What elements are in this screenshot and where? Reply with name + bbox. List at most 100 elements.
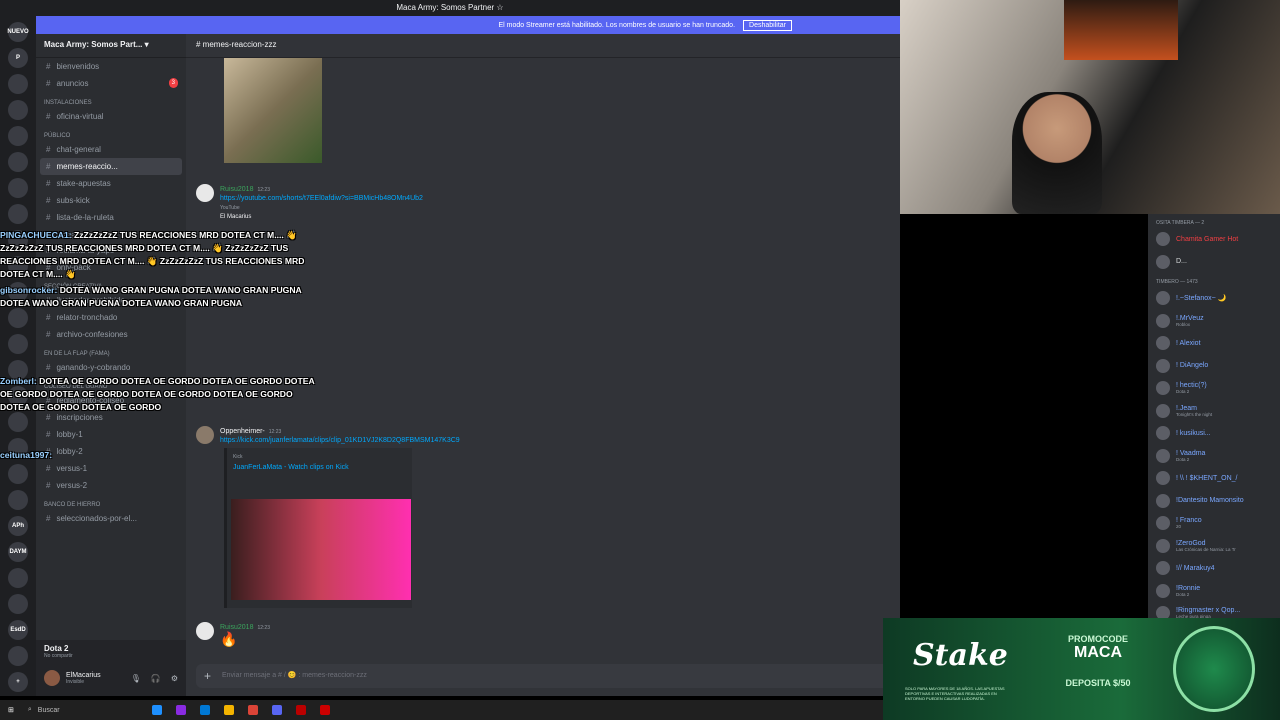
app-icon[interactable] (175, 705, 186, 715)
file-explorer-icon[interactable] (223, 705, 234, 715)
avatar (1156, 561, 1170, 576)
task-view-icon[interactable] (151, 705, 162, 715)
member-item[interactable]: D... (1148, 251, 1280, 274)
server-icon[interactable] (8, 74, 28, 94)
mention-badge: 3 (168, 78, 178, 88)
member-item[interactable]: ! hectic(?) Dota 2 (1148, 377, 1280, 400)
member-activity: Las Crónicas de Narnia: La Tr (1176, 546, 1236, 552)
channel-item[interactable]: # ganando-y-cobrando (36, 359, 186, 376)
channel-item[interactable]: # versus-2 (36, 477, 186, 494)
discord-icon[interactable] (271, 705, 282, 715)
member-item[interactable]: !Dantesito Mamonsito (1148, 490, 1280, 513)
channel-item[interactable]: # relator-tronchado (36, 309, 186, 326)
server-icon[interactable] (8, 126, 28, 146)
channel-item[interactable]: # subs-kick (36, 192, 186, 209)
member-item[interactable]: !Ronnie Dota 2 (1148, 580, 1280, 603)
channel-item[interactable]: # memes-reaccio... (40, 158, 182, 175)
member-item[interactable]: ! Vaadma Dota 2 (1148, 445, 1280, 468)
hash-icon: # (46, 464, 51, 473)
channel-category[interactable]: INSTALACIONES (36, 92, 186, 108)
current-user[interactable]: ElMacarius Invisible 🎙 🎧 ⚙ (36, 664, 186, 692)
message-link[interactable]: https://kick.com/juanferlamata/clips/cli… (220, 437, 460, 444)
edge-icon[interactable] (199, 705, 210, 715)
member-item[interactable]: ! \\ ! $KHENT_ON_/ (1148, 467, 1280, 490)
channel-item[interactable]: # anuncios 3 (36, 75, 186, 92)
server-icon[interactable]: NUEVO (7, 22, 29, 42)
channel-item[interactable]: # versus-1 (36, 460, 186, 477)
channel-category[interactable]: EN DE LA FLAP (FAMA) (36, 343, 186, 359)
obs-icon[interactable] (295, 705, 306, 715)
embed-source: YouTube (220, 205, 240, 211)
server-icon[interactable] (8, 412, 28, 432)
server-icon[interactable] (8, 646, 28, 666)
channel-item[interactable]: # lobby-1 (36, 426, 186, 443)
server-icon[interactable] (8, 594, 28, 614)
server-icon[interactable] (8, 178, 28, 198)
hash-icon: # (46, 330, 51, 339)
taskbar: ⊞ ⌕ Buscar (0, 700, 883, 720)
headphones-icon[interactable]: 🎧 (151, 674, 161, 683)
message-link[interactable]: https://youtube.com/shorts/t7EEl0afdiw?s… (220, 195, 423, 202)
disable-streamer-button[interactable]: Deshabilitar (743, 19, 792, 31)
guild-header[interactable]: Maca Army: Somos Part... ▾ (36, 34, 186, 58)
member-item[interactable]: ! Franco 20 (1148, 512, 1280, 535)
hash-icon: # (46, 162, 51, 171)
avatar (1156, 471, 1170, 486)
channel-name: stake-apuestas (56, 179, 111, 188)
channel-item[interactable]: # lista-de-la-ruleta (36, 209, 186, 226)
video-thumbnail[interactable] (224, 58, 322, 163)
mic-icon[interactable]: 🎙 (131, 674, 141, 683)
dota-icon[interactable] (319, 705, 330, 715)
message-author[interactable]: Oppenheimer- (220, 428, 265, 435)
server-icon[interactable] (8, 100, 28, 120)
member-item[interactable]: !.~Stefanox~ 🌙 (1148, 287, 1280, 310)
message-author[interactable]: Ruisu2018 (220, 186, 253, 193)
server-icon[interactable] (8, 490, 28, 510)
member-name: !Ronnie (1176, 584, 1201, 592)
server-icon[interactable] (8, 464, 28, 484)
channel-item[interactable]: # chat-general (36, 141, 186, 158)
server-icon[interactable]: + (8, 672, 28, 692)
channel-item[interactable]: # seleccionados-por-el... (36, 510, 186, 527)
server-icon[interactable] (8, 204, 28, 224)
server-icon[interactable]: EsdD (8, 620, 28, 640)
message-author[interactable]: Ruisu2018 (220, 624, 253, 631)
server-icon[interactable] (8, 308, 28, 328)
member-item[interactable]: ! kusikusi... (1148, 422, 1280, 445)
taskbar-search[interactable]: ⌕ Buscar (28, 706, 138, 714)
member-item[interactable]: ! Alexiot (1148, 332, 1280, 355)
member-item[interactable]: !// Marakuy4 (1148, 557, 1280, 580)
plus-icon[interactable]: + (204, 664, 211, 688)
server-icon[interactable] (8, 152, 28, 172)
embed-title[interactable]: JuanFerLaMata - Watch clips on Kick (227, 460, 412, 475)
chrome-icon[interactable] (247, 705, 258, 715)
server-icon[interactable] (8, 334, 28, 354)
promo-label: PROMOCODE (1067, 634, 1128, 644)
gear-icon[interactable]: ⚙ (171, 674, 178, 683)
channel-name: archivo-confesiones (56, 330, 128, 339)
member-item[interactable]: ! DiAngelo (1148, 355, 1280, 378)
server-icon[interactable]: APh (8, 516, 28, 536)
current-user-name: ElMacarius (66, 671, 101, 679)
channel-category[interactable]: PÚBLICO (36, 125, 186, 141)
embed-image[interactable] (231, 499, 411, 600)
hash-icon: # (46, 514, 51, 523)
server-icon[interactable]: DAYM (8, 542, 28, 562)
overlay-user: gibsonrocker: (0, 285, 58, 295)
chat-area: # memes-reaccion-zzz Ruisu2018 12:23 http… (186, 34, 900, 696)
member-item[interactable]: Chamita Gamer Hot (1148, 228, 1280, 251)
channel-category[interactable]: BANCO DE HIERRO (36, 494, 186, 510)
member-item[interactable]: !.MrVeuz Roblox (1148, 310, 1280, 333)
server-icon[interactable]: P (8, 48, 28, 68)
windows-start-icon[interactable]: ⊞ (8, 706, 14, 714)
channel-item[interactable]: # archivo-confesiones (36, 326, 186, 343)
channel-item[interactable]: # bienvenidos (36, 58, 186, 75)
channel-item[interactable]: # stake-apuestas (36, 175, 186, 192)
member-item[interactable]: !.Jeam Tonight's the night (1148, 400, 1280, 423)
member-item[interactable]: !ZeroGod Las Crónicas de Narnia: La Tr (1148, 535, 1280, 558)
channel-item[interactable]: # oficina-virtual (36, 108, 186, 125)
server-icon[interactable] (8, 568, 28, 588)
activity-row[interactable]: Dota 2 No compartir (36, 640, 186, 664)
channel-name: bienvenidos (56, 62, 100, 71)
message-input[interactable]: + Enviar mensaje a # / 😊 : memes-reaccio… (196, 664, 890, 688)
